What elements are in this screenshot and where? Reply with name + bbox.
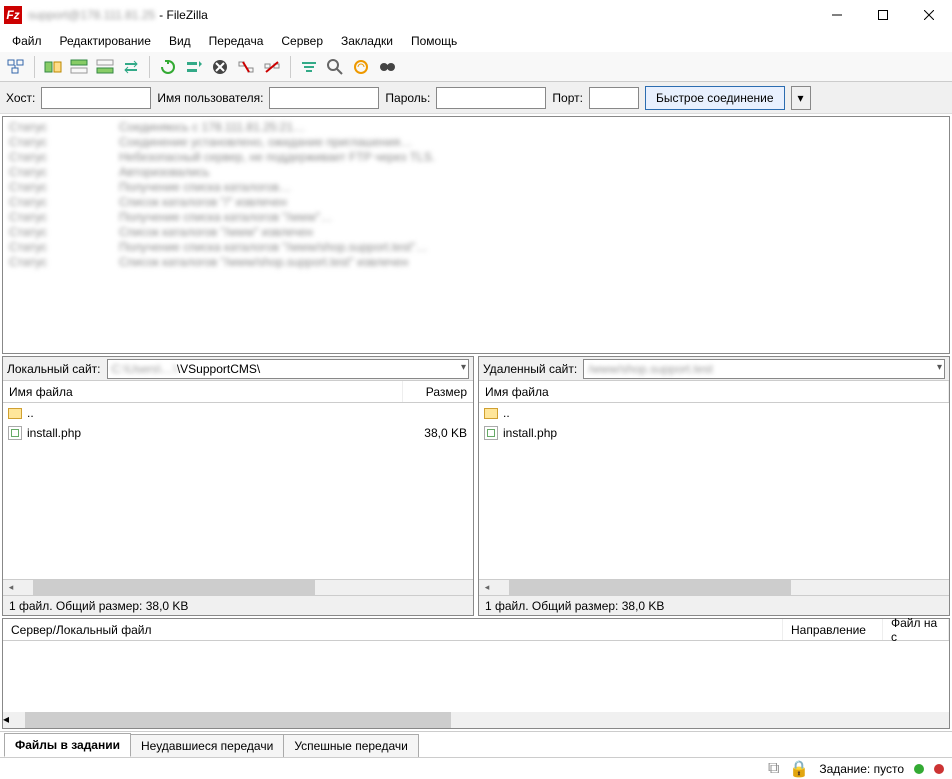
remote-status: 1 файл. Общий размер: 38,0 KB xyxy=(479,595,949,615)
tab-pending[interactable]: Файлы в задании xyxy=(4,733,131,757)
cancel-icon[interactable] xyxy=(208,55,232,79)
search-icon[interactable] xyxy=(375,55,399,79)
toolbar xyxy=(0,52,952,82)
menu-transfer[interactable]: Передача xyxy=(201,32,272,50)
pass-input[interactable] xyxy=(436,87,546,109)
tab-failed[interactable]: Неудавшиеся передачи xyxy=(130,734,284,757)
menu-bookmarks[interactable]: Закладки xyxy=(333,32,401,50)
reconnect-icon[interactable] xyxy=(260,55,284,79)
quickconnect-dropdown[interactable]: ▾ xyxy=(791,86,811,110)
remote-parent-dir[interactable]: .. xyxy=(479,403,949,423)
local-site-label: Локальный сайт: xyxy=(7,362,101,376)
local-status: 1 файл. Общий размер: 38,0 KB xyxy=(3,595,473,615)
user-input[interactable] xyxy=(269,87,379,109)
local-filelist[interactable]: .. install.php 38,0 KB xyxy=(3,403,473,579)
queue-col-remote: Файл на с xyxy=(883,619,949,640)
php-file-icon xyxy=(7,425,23,441)
remote-panel: Удаленный сайт: /www/shop.support.test ▾… xyxy=(478,356,950,616)
queue-hscroll[interactable]: ◂ xyxy=(3,712,949,728)
queue-col-server: Сервер/Локальный файл xyxy=(3,619,783,640)
local-columns[interactable]: Имя файла Размер xyxy=(3,381,473,403)
filter-icon[interactable] xyxy=(297,55,321,79)
queue-body[interactable] xyxy=(3,641,949,712)
refresh-icon[interactable] xyxy=(156,55,180,79)
title-connection-blur: support@178.111.81.25 xyxy=(28,8,155,22)
sync-browse-icon[interactable] xyxy=(349,55,373,79)
menubar: Файл Редактирование Вид Передача Сервер … xyxy=(0,30,952,52)
host-label: Хост: xyxy=(6,91,35,105)
tab-success[interactable]: Успешные передачи xyxy=(283,734,419,757)
remote-file-row[interactable]: install.php xyxy=(479,423,949,443)
quickconnect-bar: Хост: Имя пользователя: Пароль: Порт: Бы… xyxy=(0,82,952,114)
pass-label: Пароль: xyxy=(385,91,430,105)
remote-col-name: Имя файла xyxy=(479,381,949,402)
user-label: Имя пользователя: xyxy=(157,91,263,105)
close-button[interactable] xyxy=(906,0,952,30)
folder-icon xyxy=(483,405,499,421)
file-panels: Локальный сайт: C:\Users\…\\VSupportCMS\… xyxy=(0,356,952,616)
minimize-button[interactable] xyxy=(814,0,860,30)
statusbar: ⧉ 🔒 Задание: пусто xyxy=(0,757,952,779)
compare-icon[interactable] xyxy=(323,55,347,79)
local-hscroll[interactable]: ◂ xyxy=(3,579,473,595)
port-input[interactable] xyxy=(589,87,639,109)
toggle-local-tree-icon[interactable] xyxy=(67,55,91,79)
queue-col-direction: Направление xyxy=(783,619,883,640)
local-col-name: Имя файла xyxy=(3,381,403,402)
message-log[interactable]: СтатусСоединяюсь с 178.111.81.25:21… Ста… xyxy=(2,116,950,354)
menu-view[interactable]: Вид xyxy=(161,32,199,50)
app-icon: Fz xyxy=(4,6,22,24)
local-path-combo[interactable]: C:\Users\…\\VSupportCMS\ ▾ xyxy=(107,359,470,379)
activity-led-1 xyxy=(914,764,924,774)
toggle-queue-icon[interactable] xyxy=(119,55,143,79)
local-file-row[interactable]: install.php 38,0 KB xyxy=(3,423,473,443)
toggle-remote-tree-icon[interactable] xyxy=(93,55,117,79)
disconnect-icon[interactable] xyxy=(234,55,258,79)
menu-server[interactable]: Сервер xyxy=(273,32,331,50)
site-manager-icon[interactable] xyxy=(4,55,28,79)
remote-site-label: Удаленный сайт: xyxy=(483,362,577,376)
php-file-icon xyxy=(483,425,499,441)
window-controls xyxy=(814,0,952,30)
remote-filelist[interactable]: .. install.php xyxy=(479,403,949,579)
queue-tabs: Файлы в задании Неудавшиеся передачи Усп… xyxy=(0,731,952,757)
queue-status-label: Задание: пусто xyxy=(819,762,904,776)
menu-file[interactable]: Файл xyxy=(4,32,50,50)
maximize-button[interactable] xyxy=(860,0,906,30)
remote-hscroll[interactable]: ◂ xyxy=(479,579,949,595)
menu-help[interactable]: Помощь xyxy=(403,32,465,50)
port-label: Порт: xyxy=(552,91,583,105)
folder-icon xyxy=(7,405,23,421)
activity-led-2 xyxy=(934,764,944,774)
local-panel: Локальный сайт: C:\Users\…\\VSupportCMS\… xyxy=(2,356,474,616)
app-title: - FileZilla xyxy=(159,8,208,22)
lock-icon: 🔒 xyxy=(789,759,809,779)
remote-path-combo[interactable]: /www/shop.support.test ▾ xyxy=(583,359,945,379)
queue-columns[interactable]: Сервер/Локальный файл Направление Файл н… xyxy=(3,619,949,641)
local-parent-dir[interactable]: .. xyxy=(3,403,473,423)
local-col-size: Размер xyxy=(403,381,473,402)
queue-status-icon: ⧉ xyxy=(768,760,779,778)
host-input[interactable] xyxy=(41,87,151,109)
titlebar: Fz support@178.111.81.25 - FileZilla xyxy=(0,0,952,30)
process-queue-icon[interactable] xyxy=(182,55,206,79)
transfer-queue: Сервер/Локальный файл Направление Файл н… xyxy=(2,618,950,729)
remote-columns[interactable]: Имя файла xyxy=(479,381,949,403)
quickconnect-button[interactable]: Быстрое соединение xyxy=(645,86,785,110)
toggle-log-icon[interactable] xyxy=(41,55,65,79)
menu-edit[interactable]: Редактирование xyxy=(52,32,159,50)
